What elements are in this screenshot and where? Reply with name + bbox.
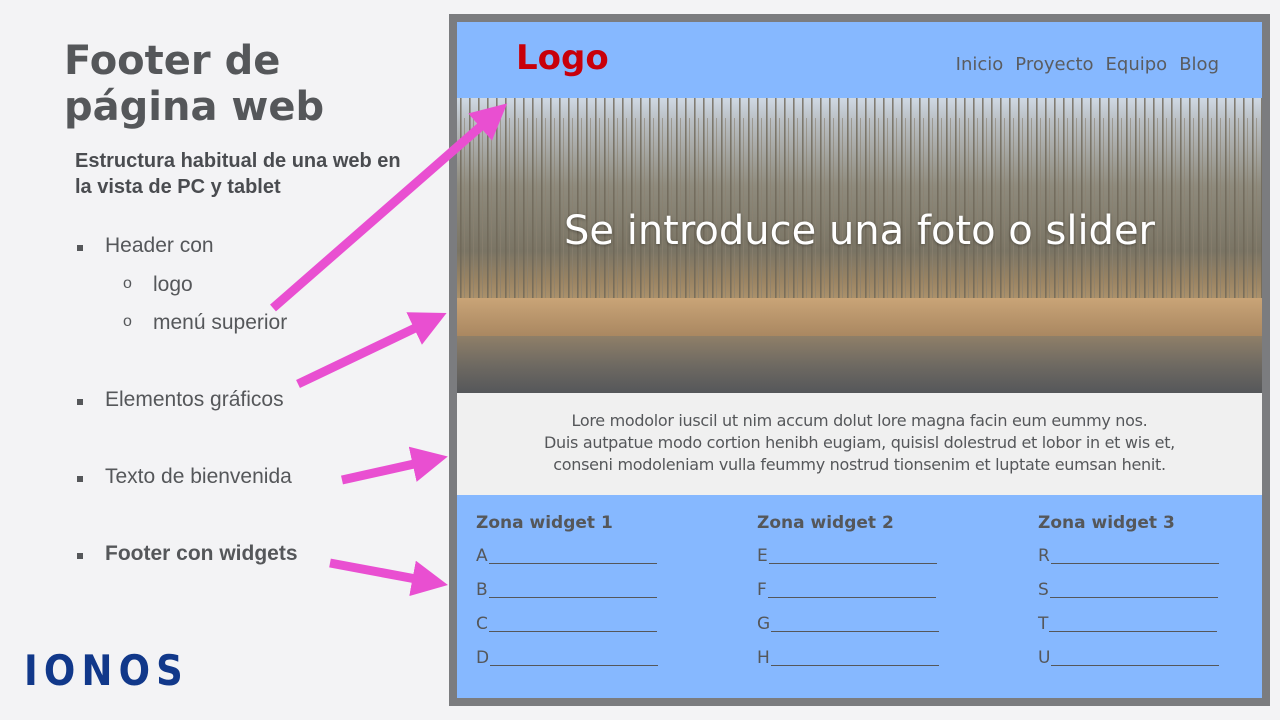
widget-zone-2: Zona widget 2 E F G H bbox=[757, 513, 957, 679]
nav-item-blog[interactable]: Blog bbox=[1179, 54, 1219, 75]
welcome-paragraph: Lore modolor iuscil ut nim accum dolut l… bbox=[487, 410, 1232, 476]
hero-caption: Se introduce una foto o slider bbox=[563, 208, 1155, 254]
mockup-hero-image: Se introduce una foto o slider bbox=[457, 98, 1262, 393]
widget-item[interactable]: B bbox=[476, 577, 676, 611]
widget-item-rule bbox=[1049, 577, 1218, 598]
widget-item-rule bbox=[1049, 611, 1218, 632]
widget-item-rule bbox=[770, 645, 939, 666]
widget-item-label: U bbox=[1038, 648, 1051, 668]
widget-item[interactable]: C bbox=[476, 611, 676, 645]
mockup-footer: Zona widget 1 A B C D Zona widget 2 E F … bbox=[457, 495, 1262, 698]
widget-item-rule bbox=[768, 543, 937, 564]
widget-item-label: B bbox=[476, 580, 488, 600]
ionos-logo: IONOS bbox=[24, 646, 189, 695]
arrow-to-hero bbox=[296, 312, 447, 389]
widget-zone-3: Zona widget 3 R S T U bbox=[1038, 513, 1238, 679]
welcome-line-2: Duis autpatue modo cortion henibh eugiam… bbox=[544, 433, 1175, 452]
widget-item-label: S bbox=[1038, 580, 1049, 600]
widget-item-rule bbox=[1050, 543, 1219, 564]
widget-item-rule bbox=[488, 543, 657, 564]
welcome-line-1: Lore modolor iuscil ut nim accum dolut l… bbox=[571, 411, 1148, 430]
widget-item[interactable]: F bbox=[757, 577, 957, 611]
widget-item-label: T bbox=[1038, 614, 1049, 634]
circle-bullet-icon: o bbox=[123, 275, 132, 292]
mockup-nav: Inicio Proyecto Equipo Blog bbox=[956, 54, 1219, 75]
widget-item-rule bbox=[488, 611, 657, 632]
widget-item[interactable]: R bbox=[1038, 543, 1238, 577]
widget-item-rule bbox=[490, 645, 659, 666]
arrow-to-welcome bbox=[341, 446, 448, 485]
mockup-welcome-text: Lore modolor iuscil ut nim accum dolut l… bbox=[457, 393, 1262, 495]
mockup-header: Logo Inicio Proyecto Equipo Blog bbox=[457, 22, 1262, 98]
widget-item-label: F bbox=[757, 580, 767, 600]
widget-item[interactable]: S bbox=[1038, 577, 1238, 611]
website-mockup: Logo Inicio Proyecto Equipo Blog Se intr… bbox=[449, 14, 1270, 706]
widget-item[interactable]: G bbox=[757, 611, 957, 645]
widget-item[interactable]: D bbox=[476, 645, 676, 679]
widget-item[interactable]: T bbox=[1038, 611, 1238, 645]
circle-bullet-icon: o bbox=[123, 313, 132, 330]
widget-item-label: E bbox=[757, 546, 768, 566]
nav-item-proyecto[interactable]: Proyecto bbox=[1015, 54, 1093, 75]
widget-item-rule bbox=[771, 611, 940, 632]
sub-bullet-logo: o logo bbox=[123, 273, 193, 297]
widget-item-label: H bbox=[757, 648, 770, 668]
bullet-footer: Footer con widgets bbox=[77, 542, 298, 565]
welcome-line-3: conseni modoleniam vulla feummy nostrud … bbox=[553, 455, 1166, 474]
widget-item-label: G bbox=[757, 614, 771, 634]
widget-title: Zona widget 2 bbox=[757, 513, 894, 533]
nav-item-inicio[interactable]: Inicio bbox=[956, 54, 1004, 75]
mockup-logo[interactable]: Logo bbox=[516, 38, 609, 78]
bullet-graphics: Elementos gráficos bbox=[77, 388, 284, 411]
widget-item-label: C bbox=[476, 614, 488, 634]
sub-bullet-menu: o menú superior bbox=[123, 311, 288, 335]
sub-bullet-menu-label: menú superior bbox=[153, 311, 288, 334]
widget-item[interactable]: E bbox=[757, 543, 957, 577]
widget-item-label: R bbox=[1038, 546, 1050, 566]
widget-title: Zona widget 1 bbox=[476, 513, 613, 533]
widget-item[interactable]: A bbox=[476, 543, 676, 577]
widget-item-rule bbox=[767, 577, 936, 598]
widget-item[interactable]: H bbox=[757, 645, 957, 679]
bullet-header: Header con bbox=[77, 234, 214, 257]
widget-zone-1: Zona widget 1 A B C D bbox=[476, 513, 676, 679]
arrow-to-footer bbox=[329, 558, 448, 597]
nav-item-equipo[interactable]: Equipo bbox=[1106, 54, 1168, 75]
widget-item-label: D bbox=[476, 648, 490, 668]
widget-title: Zona widget 3 bbox=[1038, 513, 1175, 533]
widget-item-rule bbox=[1051, 645, 1220, 666]
widget-item-rule bbox=[488, 577, 657, 598]
widget-item-label: A bbox=[476, 546, 488, 566]
widget-item[interactable]: U bbox=[1038, 645, 1238, 679]
sub-bullet-logo-label: logo bbox=[153, 273, 193, 296]
bullet-welcome: Texto de bienvenida bbox=[77, 465, 292, 488]
slide-subtitle: Estructura habitual de una web en la vis… bbox=[75, 150, 401, 198]
slide-title: Footer de página web bbox=[64, 38, 325, 130]
